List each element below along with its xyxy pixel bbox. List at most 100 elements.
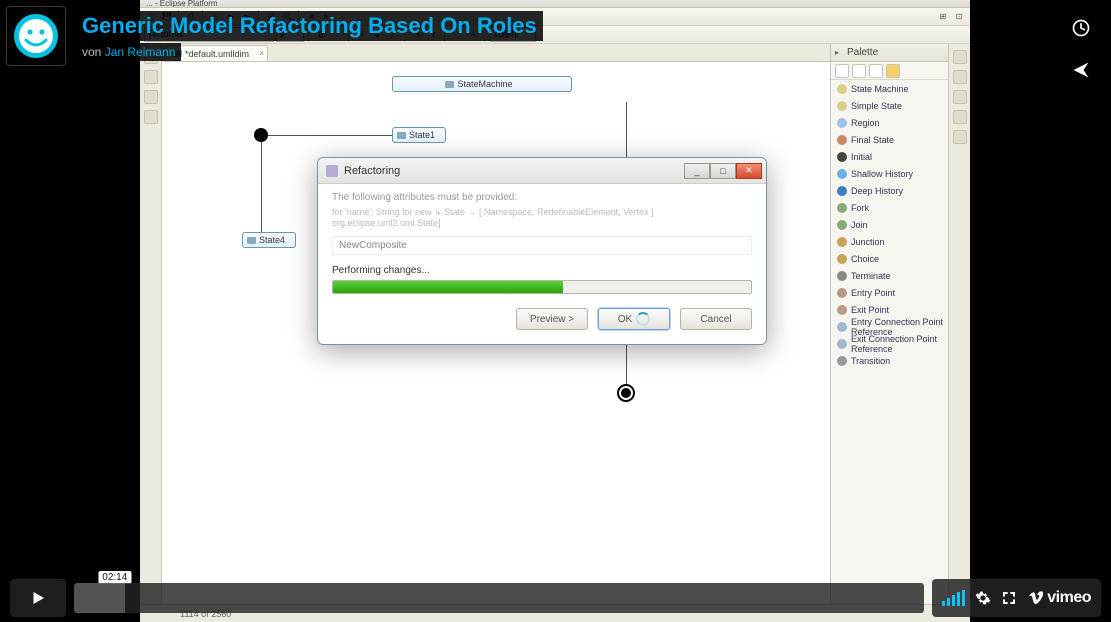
statemachine-container[interactable]: StateMachine bbox=[392, 76, 572, 92]
dialog-hint-detail: for 'name': String for new ↳ State → [ N… bbox=[332, 207, 752, 228]
pointer-tool-icon[interactable] bbox=[835, 64, 849, 78]
zoom-tool-icon[interactable] bbox=[852, 64, 866, 78]
ok-button[interactable]: OK bbox=[598, 308, 670, 330]
container-label: StateMachine bbox=[457, 79, 512, 89]
initial-node[interactable] bbox=[254, 128, 268, 142]
timeline[interactable]: 02:14 bbox=[74, 579, 924, 617]
palette-item[interactable]: Deep History bbox=[831, 182, 948, 199]
palette-item-label: Exit Point bbox=[851, 305, 889, 315]
gutter-view-icon[interactable] bbox=[953, 50, 967, 64]
palette-item[interactable]: Initial bbox=[831, 148, 948, 165]
close-button[interactable]: ✕ bbox=[736, 163, 762, 179]
busy-cursor-icon bbox=[636, 312, 650, 326]
perspective-icon[interactable]: ⊞ bbox=[936, 10, 950, 24]
progress-fill bbox=[333, 281, 563, 293]
palette-item-icon bbox=[837, 288, 847, 298]
palette-item[interactable]: Final State bbox=[831, 131, 948, 148]
gutter-view-icon[interactable] bbox=[953, 130, 967, 144]
play-button[interactable] bbox=[10, 579, 66, 617]
dialog-hint: The following attributes must be provide… bbox=[332, 192, 752, 203]
vimeo-logo[interactable]: vimeo bbox=[1027, 589, 1091, 607]
transition-edge[interactable] bbox=[261, 142, 262, 232]
dialog-icon bbox=[326, 165, 338, 177]
palette-item-icon bbox=[837, 220, 847, 230]
palette-toolbar bbox=[831, 62, 948, 80]
gutter-view-icon[interactable] bbox=[953, 90, 967, 104]
palette-item-icon bbox=[837, 169, 847, 179]
palette-item-icon bbox=[837, 356, 847, 366]
palette-item-icon bbox=[837, 237, 847, 247]
state-icon bbox=[247, 237, 256, 244]
palette-item-label: Final State bbox=[851, 135, 894, 145]
gutter-view-icon[interactable] bbox=[953, 70, 967, 84]
timeline-loaded bbox=[74, 583, 125, 613]
palette-item-label: Fork bbox=[851, 203, 869, 213]
settings-icon[interactable] bbox=[975, 590, 991, 606]
author-link[interactable]: Jan Reimann bbox=[105, 45, 176, 59]
palette-item[interactable]: Exit Point bbox=[831, 301, 948, 318]
name-field[interactable]: NewComposite bbox=[332, 236, 752, 255]
transition-edge[interactable] bbox=[268, 135, 392, 136]
maximize-button[interactable]: □ bbox=[710, 163, 736, 179]
palette-item[interactable]: Transition bbox=[831, 352, 948, 369]
palette-item-icon bbox=[837, 84, 847, 94]
progress-label: Performing changes... bbox=[332, 265, 752, 276]
palette-item[interactable]: Join bbox=[831, 216, 948, 233]
dialog-titlebar[interactable]: Refactoring _ □ ✕ bbox=[318, 158, 766, 184]
palette-item-label: Deep History bbox=[851, 186, 903, 196]
progress-bar bbox=[332, 280, 752, 294]
palette-item[interactable]: Simple State bbox=[831, 97, 948, 114]
final-node[interactable] bbox=[617, 384, 635, 402]
palette-item-icon bbox=[837, 254, 847, 264]
palette-item-icon bbox=[837, 101, 847, 111]
gutter-view-icon[interactable] bbox=[144, 110, 158, 124]
palette-item[interactable]: Entry Point bbox=[831, 284, 948, 301]
palette-item[interactable]: Fork bbox=[831, 199, 948, 216]
minimize-button[interactable]: _ bbox=[684, 163, 710, 179]
gutter-view-icon[interactable] bbox=[144, 90, 158, 104]
palette-item[interactable]: Shallow History bbox=[831, 165, 948, 182]
palette-item-label: Initial bbox=[851, 152, 872, 162]
palette-item[interactable]: State Machine bbox=[831, 80, 948, 97]
palette-item-label: Terminate bbox=[851, 271, 891, 281]
gutter-view-icon[interactable] bbox=[953, 110, 967, 124]
vimeo-icon bbox=[1027, 590, 1045, 606]
note-tool-icon[interactable] bbox=[869, 64, 883, 78]
perspective2-icon[interactable]: ⊡ bbox=[952, 10, 966, 24]
preview-button[interactable]: Preview > bbox=[516, 308, 588, 330]
palette-items: State Machine Simple State Region Final Sta… bbox=[831, 80, 948, 369]
palette-item[interactable]: Region bbox=[831, 114, 948, 131]
state-label: State1 bbox=[409, 130, 435, 140]
palette-header[interactable]: Palette bbox=[831, 44, 948, 62]
gutter-view-icon[interactable] bbox=[144, 70, 158, 84]
palette-item-icon bbox=[837, 322, 847, 332]
state-node-4[interactable]: State4 bbox=[242, 232, 296, 248]
palette-item-label: State Machine bbox=[851, 84, 909, 94]
palette-item[interactable]: Exit Connection Point Reference bbox=[831, 335, 948, 352]
right-view-gutter bbox=[948, 44, 970, 604]
watch-later-button[interactable] bbox=[1061, 10, 1101, 46]
volume-control[interactable] bbox=[942, 590, 965, 606]
palette-item[interactable]: Junction bbox=[831, 233, 948, 250]
video-title[interactable]: Generic Model Refactoring Based On Roles bbox=[76, 11, 543, 40]
folder-tool-icon[interactable] bbox=[886, 64, 900, 78]
fullscreen-icon[interactable] bbox=[1001, 590, 1017, 606]
state-node-1[interactable]: State1 bbox=[392, 127, 446, 143]
state-icon bbox=[397, 132, 406, 139]
cancel-button[interactable]: Cancel bbox=[680, 308, 752, 330]
palette-item[interactable]: Choice bbox=[831, 250, 948, 267]
palette-item-label: Shallow History bbox=[851, 169, 913, 179]
palette-item-icon bbox=[837, 118, 847, 128]
ok-label: OK bbox=[618, 314, 632, 325]
eclipse-window: ... - Eclipse Platform ▢ 💾 ⎙ ☼ ▶ ▶ ⊞ 🔍 ◄… bbox=[140, 0, 970, 622]
palette-item-label: Simple State bbox=[851, 101, 902, 111]
palette-item[interactable]: Entry Connection Point Reference bbox=[831, 318, 948, 335]
video-player: ... - Eclipse Platform ▢ 💾 ⎙ ☼ ▶ ▶ ⊞ 🔍 ◄… bbox=[0, 0, 1111, 622]
dialog-title: Refactoring bbox=[344, 165, 400, 177]
palette-item[interactable]: Terminate bbox=[831, 267, 948, 284]
palette-item-label: Choice bbox=[851, 254, 879, 264]
diagram-canvas[interactable]: StateMachine State1 State4 bbox=[162, 62, 830, 604]
uploader-avatar[interactable] bbox=[6, 6, 66, 66]
share-button[interactable] bbox=[1061, 52, 1101, 88]
vimeo-logo-text: vimeo bbox=[1047, 589, 1091, 607]
